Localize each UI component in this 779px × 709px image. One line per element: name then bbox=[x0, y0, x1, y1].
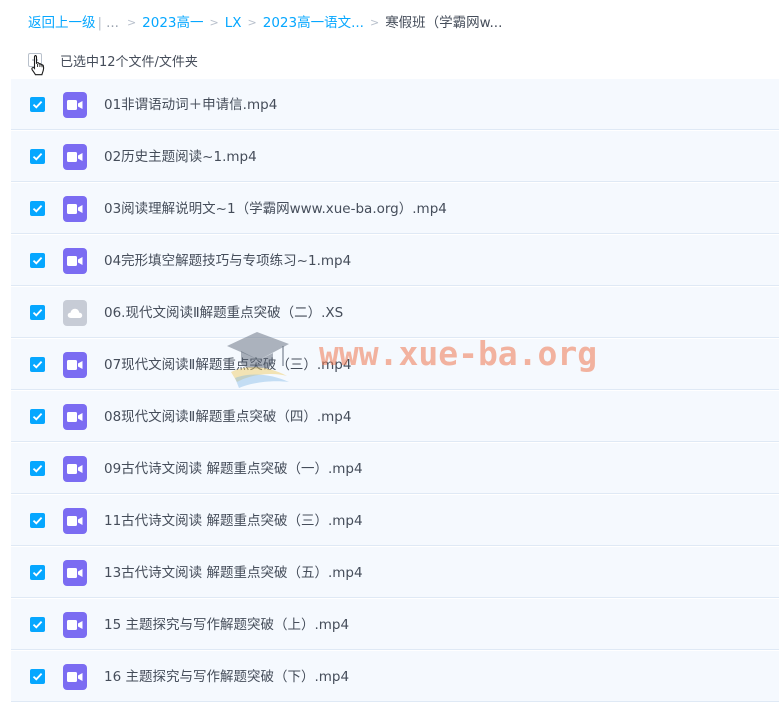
file-name[interactable]: 11古代诗文阅读 解题重点突破（三）.mp4 bbox=[104, 511, 363, 531]
check-icon bbox=[32, 256, 43, 265]
row-checkbox[interactable] bbox=[30, 565, 45, 580]
video-icon bbox=[63, 664, 87, 690]
row-checkbox[interactable] bbox=[30, 461, 45, 476]
video-icon bbox=[63, 404, 87, 430]
file-name[interactable]: 03阅读理解说明文~1（学霸网www.xue-ba.org）.mp4 bbox=[104, 199, 447, 219]
file-row[interactable]: 01非谓语动词＋申请信.mp4 bbox=[11, 79, 779, 130]
file-row[interactable]: 13古代诗文阅读 解题重点突破（五）.mp4 bbox=[11, 547, 779, 598]
file-name[interactable]: 15 主题探究与写作解题突破（上）.mp4 bbox=[104, 615, 349, 635]
check-icon bbox=[32, 412, 43, 421]
file-row[interactable]: 07现代文阅读Ⅱ解题重点突破（三）.mp4 bbox=[11, 339, 779, 390]
check-icon bbox=[32, 464, 43, 473]
file-row[interactable]: 04完形填空解题技巧与专项练习~1.mp4 bbox=[11, 235, 779, 286]
check-icon bbox=[32, 204, 43, 213]
breadcrumb-ellipsis[interactable]: ... bbox=[106, 13, 119, 33]
file-row[interactable]: 03阅读理解说明文~1（学霸网www.xue-ba.org）.mp4 bbox=[11, 183, 779, 234]
file-name[interactable]: 01非谓语动词＋申请信.mp4 bbox=[104, 95, 277, 115]
file-name[interactable]: 02历史主题阅读~1.mp4 bbox=[104, 147, 257, 167]
file-row[interactable]: 09古代诗文阅读 解题重点突破（一）.mp4 bbox=[11, 443, 779, 494]
row-checkbox[interactable] bbox=[30, 357, 45, 372]
chevron-right-icon: > bbox=[247, 16, 257, 29]
breadcrumb-current: 寒假班（学霸网w... bbox=[385, 15, 503, 31]
row-checkbox[interactable] bbox=[30, 305, 45, 320]
video-icon bbox=[63, 248, 87, 274]
file-name[interactable]: 07现代文阅读Ⅱ解题重点突破（三）.mp4 bbox=[104, 355, 351, 375]
file-list: 01非谓语动词＋申请信.mp4 02历史主题阅读~1.mp4 03阅读理解说明文… bbox=[11, 79, 779, 703]
video-icon bbox=[63, 508, 87, 534]
video-icon bbox=[63, 612, 87, 638]
file-name[interactable]: 09古代诗文阅读 解题重点突破（一）.mp4 bbox=[104, 459, 363, 479]
file-name[interactable]: 13古代诗文阅读 解题重点突破（五）.mp4 bbox=[104, 563, 363, 583]
row-checkbox[interactable] bbox=[30, 253, 45, 268]
row-checkbox[interactable] bbox=[30, 513, 45, 528]
file-name[interactable]: 16 主题探究与写作解题突破（下）.mp4 bbox=[104, 667, 349, 687]
check-icon bbox=[32, 100, 43, 109]
check-icon bbox=[32, 308, 43, 317]
check-icon bbox=[32, 152, 43, 161]
breadcrumb-item-chinese[interactable]: 2023高一语文... bbox=[263, 13, 364, 33]
breadcrumb-item-2023[interactable]: 2023高一 bbox=[142, 13, 203, 33]
video-icon bbox=[63, 196, 87, 222]
cloud-file-icon bbox=[63, 300, 87, 326]
video-icon bbox=[63, 456, 87, 482]
file-row[interactable]: 06.现代文阅读Ⅱ解题重点突破（二）.XS bbox=[11, 287, 779, 338]
video-icon bbox=[63, 352, 87, 378]
breadcrumb-divider: | bbox=[97, 15, 103, 31]
breadcrumb-item-lx[interactable]: LX bbox=[225, 13, 242, 33]
breadcrumb: 返回上一级 | ... > 2023高一 > LX > 2023高一语文... … bbox=[28, 13, 502, 33]
file-name[interactable]: 08现代文阅读Ⅱ解题重点突破（四）.mp4 bbox=[104, 407, 351, 427]
file-name[interactable]: 04完形填空解题技巧与专项练习~1.mp4 bbox=[104, 251, 351, 271]
check-icon bbox=[32, 672, 43, 681]
hand-cursor-icon bbox=[31, 54, 45, 76]
row-checkbox[interactable] bbox=[30, 617, 45, 632]
check-icon bbox=[32, 620, 43, 629]
row-checkbox[interactable] bbox=[30, 97, 45, 112]
row-checkbox[interactable] bbox=[30, 669, 45, 684]
check-icon bbox=[32, 568, 43, 577]
video-icon bbox=[63, 92, 87, 118]
check-icon bbox=[32, 516, 43, 525]
row-checkbox[interactable] bbox=[30, 149, 45, 164]
file-browser: 返回上一级 | ... > 2023高一 > LX > 2023高一语文... … bbox=[0, 0, 779, 709]
back-link[interactable]: 返回上一级 bbox=[28, 13, 96, 33]
video-icon bbox=[63, 144, 87, 170]
chevron-right-icon: > bbox=[126, 16, 137, 29]
check-icon bbox=[32, 360, 43, 369]
selection-count: 已选中12个文件/文件夹 bbox=[60, 54, 198, 70]
row-checkbox[interactable] bbox=[30, 201, 45, 216]
row-checkbox[interactable] bbox=[30, 409, 45, 424]
file-row[interactable]: 15 主题探究与写作解题突破（上）.mp4 bbox=[11, 599, 779, 650]
selection-header: 已选中12个文件/文件夹 bbox=[28, 50, 198, 76]
video-icon bbox=[63, 560, 87, 586]
chevron-right-icon: > bbox=[209, 16, 219, 29]
file-row[interactable]: 02历史主题阅读~1.mp4 bbox=[11, 131, 779, 182]
chevron-right-icon: > bbox=[369, 16, 380, 29]
file-row[interactable]: 16 主题探究与写作解题突破（下）.mp4 bbox=[11, 651, 779, 702]
file-row[interactable]: 11古代诗文阅读 解题重点突破（三）.mp4 bbox=[11, 495, 779, 546]
file-row[interactable]: 08现代文阅读Ⅱ解题重点突破（四）.mp4 bbox=[11, 391, 779, 442]
file-name[interactable]: 06.现代文阅读Ⅱ解题重点突破（二）.XS bbox=[104, 303, 343, 323]
